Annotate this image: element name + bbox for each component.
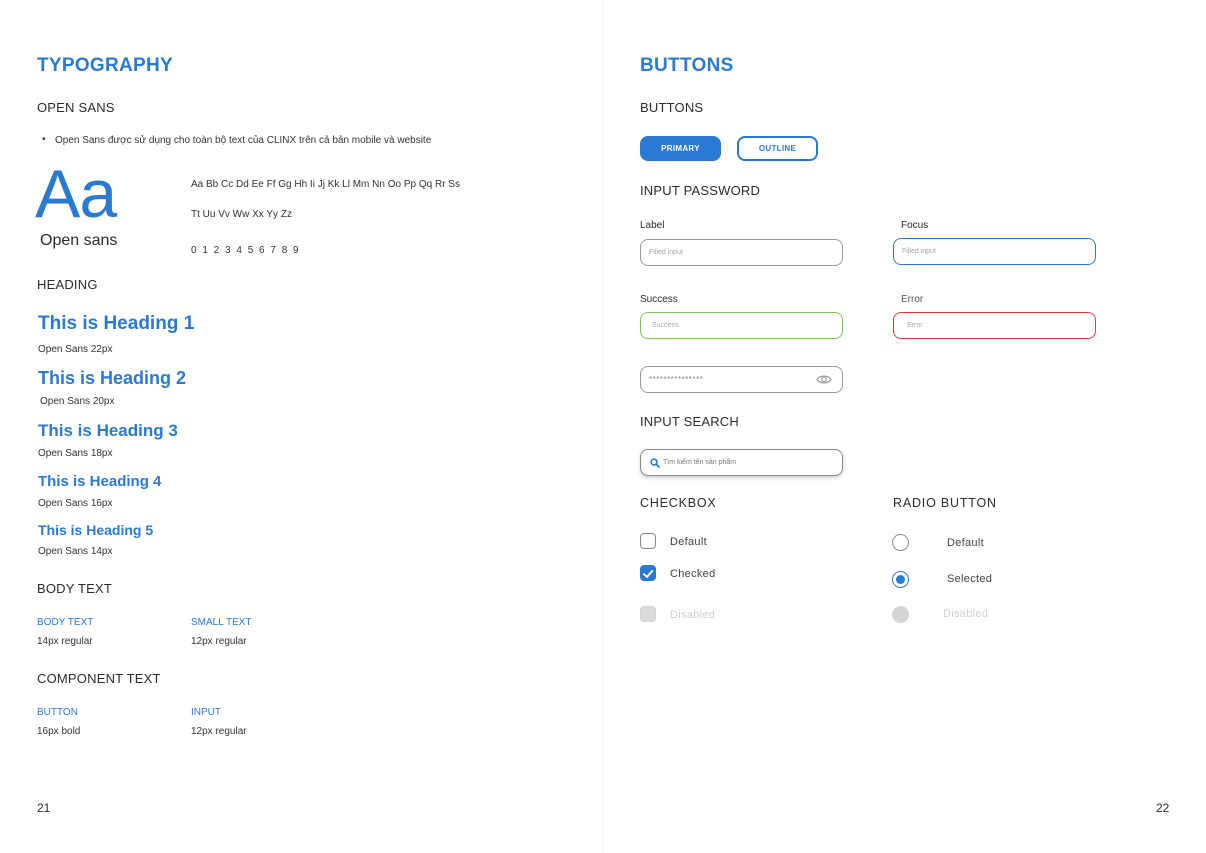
password-mask: *************** <box>649 375 704 384</box>
outline-button[interactable]: OUTLINE <box>737 136 818 161</box>
label-input-placeholder: Filled input <box>649 249 683 256</box>
error-input[interactable]: Error <box>893 312 1096 339</box>
radio-disabled-label: Disabled <box>943 608 989 620</box>
input-text-spec: 12px regular <box>191 726 247 737</box>
heading-3-sample: This is Heading 3 <box>38 421 178 440</box>
heading-1-sample: This is Heading 1 <box>38 313 195 334</box>
heading-4-sample: This is Heading 4 <box>38 473 162 490</box>
checkbox-default-label: Default <box>670 536 707 548</box>
radio-selected-label: Selected <box>947 573 993 585</box>
small-text-label: SMALL TEXT <box>191 617 252 628</box>
radio-selected-dot <box>895 574 905 584</box>
focus-field-caption: Focus <box>901 220 929 231</box>
font-specimen-name: Open sans <box>40 232 118 249</box>
buttons-subtitle: BUTTONS <box>640 100 704 115</box>
heading-2-sample: This is Heading 2 <box>38 368 187 388</box>
checkbox-checked-label: Checked <box>670 568 716 580</box>
success-input-value: Success <box>652 322 679 329</box>
input-search-subtitle: INPUT SEARCH <box>640 414 739 429</box>
typography-title: TYPOGRAPHY <box>37 55 174 76</box>
font-specimen-glyph: Aa <box>35 156 117 232</box>
success-field-caption: Success <box>640 294 678 305</box>
label-input[interactable]: Filled input <box>640 239 843 266</box>
success-input[interactable]: Success <box>640 312 843 339</box>
component-text-subtitle: COMPONENT TEXT <box>37 671 161 686</box>
checkbox-disabled <box>640 606 656 622</box>
radio-disabled <box>892 606 909 623</box>
check-icon <box>642 567 654 585</box>
radio-default-label: Default <box>947 537 984 549</box>
open-sans-subtitle: OPEN SANS <box>37 100 115 115</box>
body-text-label: BODY TEXT <box>37 617 94 628</box>
search-input[interactable]: Tìm kiếm tên sản phẩm <box>640 449 843 476</box>
error-input-value: Error <box>907 322 923 329</box>
page-divider <box>603 0 604 853</box>
alphabet-line-2: Tt Uu Vv Ww Xx Yy Zz <box>191 209 292 220</box>
heading-3-spec: Open Sans 18px <box>38 448 113 459</box>
password-input[interactable]: *************** <box>640 366 843 393</box>
error-field-caption: Error <box>901 294 924 305</box>
checkbox-default[interactable] <box>640 533 656 549</box>
heading-4-spec: Open Sans 16px <box>38 498 113 509</box>
heading-2-spec: Open Sans 20px <box>40 396 115 407</box>
label-field-caption: Label <box>640 220 665 231</box>
search-icon <box>650 457 660 468</box>
radio-default[interactable] <box>892 534 909 551</box>
focus-input[interactable]: Filled input <box>893 238 1096 265</box>
focus-input-placeholder: Filled input <box>902 248 936 255</box>
page-number-left: 21 <box>37 801 51 815</box>
input-text-label: INPUT <box>191 707 221 718</box>
input-password-subtitle: INPUT PASSWORD <box>640 183 761 198</box>
body-text-subtitle: BODY TEXT <box>37 581 113 596</box>
checkbox-disabled-label: Disabled <box>670 609 716 621</box>
digits-line: 0 1 2 3 4 5 6 7 8 9 <box>191 245 301 256</box>
radio-subtitle: RADIO BUTTON <box>893 496 997 510</box>
body-text-spec: 14px regular <box>37 636 93 647</box>
checkbox-checked[interactable] <box>640 565 656 581</box>
small-text-spec: 12px regular <box>191 636 247 647</box>
open-sans-description: Open Sans được sử dụng cho toàn bộ text … <box>55 135 432 146</box>
heading-1-spec: Open Sans 22px <box>38 344 113 355</box>
radio-selected[interactable] <box>892 571 909 588</box>
primary-button[interactable]: PRIMARY <box>640 136 721 161</box>
alphabet-line-1: Aa Bb Cc Dd Ee Ff Gg Hh Ii Jj Kk Ll Mm N… <box>191 179 460 190</box>
button-text-spec: 16px bold <box>37 726 81 737</box>
heading-5-spec: Open Sans 14px <box>38 546 113 557</box>
eye-icon[interactable] <box>816 374 832 385</box>
heading-subtitle: HEADING <box>37 277 98 292</box>
heading-5-sample: This is Heading 5 <box>38 522 154 538</box>
bullet-dot: • <box>42 134 46 145</box>
button-text-label: BUTTON <box>37 707 78 718</box>
search-placeholder: Tìm kiếm tên sản phẩm <box>663 459 737 466</box>
buttons-title: BUTTONS <box>640 55 734 76</box>
checkbox-subtitle: CHECKBOX <box>640 496 717 510</box>
page-number-right: 22 <box>1156 801 1170 815</box>
